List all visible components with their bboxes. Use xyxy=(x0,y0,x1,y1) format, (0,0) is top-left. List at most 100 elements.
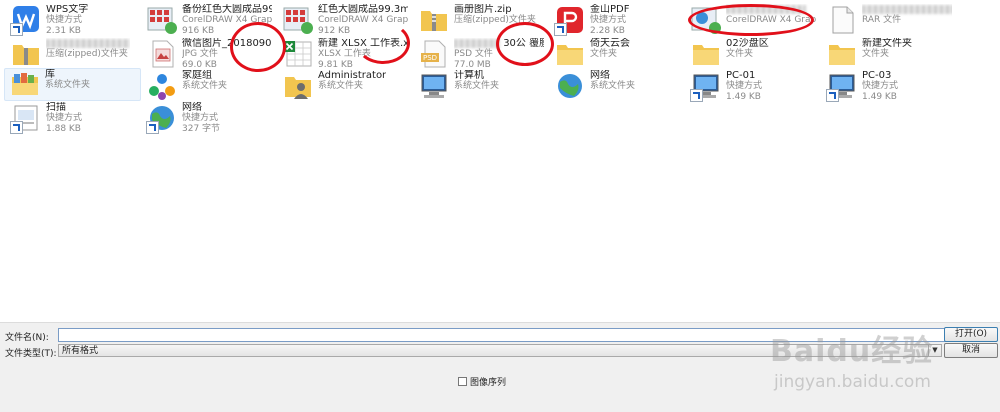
psd-file-icon: PSD xyxy=(418,38,450,70)
network-icon xyxy=(146,102,178,134)
watermark-url-text: jingyan.baidu.com xyxy=(774,372,931,392)
system-item-computer[interactable]: 计算机 系统文件夹 xyxy=(414,70,544,104)
library-icon xyxy=(9,69,41,101)
system-item-homegroup[interactable]: 家庭组 系统文件夹 xyxy=(142,70,272,104)
file-name: 金山PDF xyxy=(590,4,630,15)
file-name: 家庭组 xyxy=(182,70,212,81)
filetype-label: 文件类型(T): xyxy=(5,349,57,359)
filetype-selected-value: 所有格式 xyxy=(62,346,99,356)
scanner-icon xyxy=(10,102,42,134)
user-folder-icon xyxy=(282,70,314,102)
filename-label: 文件名(N): xyxy=(5,333,49,343)
rar-file-icon xyxy=(826,4,858,36)
file-size: 1.49 KB xyxy=(862,92,897,102)
file-item-blurred-zip[interactable]: 压缩(zipped)文件夹 xyxy=(6,38,136,72)
file-name: 库 xyxy=(45,69,55,80)
file-type: 快捷方式 xyxy=(46,15,83,25)
annotation-circle-jpg xyxy=(230,22,286,72)
baidu-watermark: Baidu经验 jingyan.baidu.com xyxy=(770,326,990,406)
file-item-kingsoft-pdf[interactable]: 金山PDF 快捷方式 2.28 KB xyxy=(550,4,680,38)
file-size: 2.28 KB xyxy=(590,26,625,36)
file-list-view: WPS文字快捷方式2.31 KB 备份红色大圆成品99.2mm.cdrCorel… xyxy=(0,0,1000,322)
folder-icon xyxy=(826,38,858,70)
file-type: 文件夹 xyxy=(590,49,618,59)
excel-file-icon xyxy=(282,38,314,70)
file-name-redacted xyxy=(46,38,130,49)
folder-icon xyxy=(554,38,586,70)
file-type: 快捷方式 xyxy=(862,81,899,91)
folder-icon xyxy=(690,38,722,70)
file-name: PC-01 xyxy=(726,70,756,81)
file-name-redacted xyxy=(862,4,952,15)
file-size: 1.49 KB xyxy=(726,92,761,102)
file-name: 计算机 xyxy=(454,70,484,81)
file-type: 系统文件夹 xyxy=(318,81,364,91)
homegroup-icon xyxy=(146,70,178,102)
file-item-rar[interactable]: RAR 文件 xyxy=(822,4,952,38)
pc-shortcut-icon xyxy=(826,70,858,102)
file-type: RAR 文件 xyxy=(862,15,902,25)
annotation-circle-psd xyxy=(496,22,554,66)
file-size: 2.31 KB xyxy=(46,26,81,36)
file-name: Administrator xyxy=(318,70,387,81)
svg-text:PSD: PSD xyxy=(423,54,437,62)
file-type: 快捷方式 xyxy=(590,15,627,25)
file-size: 327 字节 xyxy=(182,124,221,134)
file-type: 文件夹 xyxy=(862,49,890,59)
pc-shortcut-icon xyxy=(690,70,722,102)
shortcut-arrow-icon xyxy=(826,89,839,102)
shortcut-item-pc-03[interactable]: PC-03 快捷方式 1.49 KB xyxy=(822,70,952,104)
network-icon xyxy=(554,70,586,102)
image-sequence-label: 图像序列 xyxy=(470,378,507,388)
coreldraw-file-icon xyxy=(146,4,178,36)
zip-folder-icon xyxy=(418,4,450,36)
folder-item-new-folder[interactable]: 新建文件夹 文件夹 xyxy=(822,38,952,72)
shortcut-item-pc-01[interactable]: PC-01 快捷方式 1.49 KB xyxy=(686,70,816,104)
checkbox-box[interactable] xyxy=(458,377,467,386)
file-type: 快捷方式 xyxy=(46,113,83,123)
file-type: 压缩(zipped)文件夹 xyxy=(46,49,128,59)
image-file-icon xyxy=(146,38,178,70)
folder-item-yitian[interactable]: 倚天云会 文件夹 xyxy=(550,38,680,72)
file-type: 文件夹 xyxy=(726,49,754,59)
file-item-wps[interactable]: WPS文字 快捷方式 2.31 KB xyxy=(6,4,136,38)
file-name: PC-03 xyxy=(862,70,892,81)
file-name: 画册图片.zip xyxy=(454,4,512,15)
image-sequence-checkbox[interactable]: 图像序列 xyxy=(458,375,506,388)
zip-folder-icon xyxy=(10,38,42,70)
file-type: 系统文件夹 xyxy=(45,80,91,90)
file-type: 系统文件夹 xyxy=(590,81,636,91)
file-type: 快捷方式 xyxy=(726,81,763,91)
annotation-oval-cdr xyxy=(688,4,814,36)
file-name: 倚天云会 xyxy=(590,38,630,49)
file-name: 红色大圆成品99.3mm.cdr xyxy=(318,4,408,15)
file-name: WPS文字 xyxy=(46,4,89,15)
file-type: 系统文件夹 xyxy=(454,81,500,91)
system-item-library[interactable]: 库系统文件夹 xyxy=(4,68,141,101)
annotation-hook-xlsx xyxy=(356,22,410,64)
shortcut-arrow-icon xyxy=(146,121,159,134)
computer-icon xyxy=(418,70,450,102)
shortcut-arrow-icon xyxy=(10,23,23,36)
file-name: 新建文件夹 xyxy=(862,38,912,49)
file-size: 1.88 KB xyxy=(46,124,81,134)
shortcut-item-network[interactable]: 网络 快捷方式 327 字节 xyxy=(142,102,272,136)
watermark-main-text: Baidu经验 xyxy=(770,334,934,369)
file-type: 快捷方式 xyxy=(182,113,219,123)
file-name: 网络 xyxy=(182,102,202,113)
folder-item-02-sandbox[interactable]: 02沙盘区 文件夹 xyxy=(686,38,816,72)
wps-writer-icon xyxy=(10,4,42,36)
file-name: 02沙盘区 xyxy=(726,38,769,49)
shortcut-arrow-icon xyxy=(690,89,703,102)
kingsoft-pdf-icon xyxy=(554,4,586,36)
file-name: 扫描 xyxy=(46,102,66,113)
shortcut-arrow-icon xyxy=(10,121,23,134)
shortcut-item-scan[interactable]: 扫描 快捷方式 1.88 KB xyxy=(6,102,136,136)
shortcut-arrow-icon xyxy=(554,23,567,36)
file-name: 网络 xyxy=(590,70,610,81)
file-name: 备份红色大圆成品99.2mm.cdr xyxy=(182,4,272,15)
coreldraw-file-icon xyxy=(282,4,314,36)
system-item-network[interactable]: 网络 系统文件夹 xyxy=(550,70,680,104)
system-item-administrator[interactable]: Administrator 系统文件夹 xyxy=(278,70,408,104)
file-type: 系统文件夹 xyxy=(182,81,228,91)
